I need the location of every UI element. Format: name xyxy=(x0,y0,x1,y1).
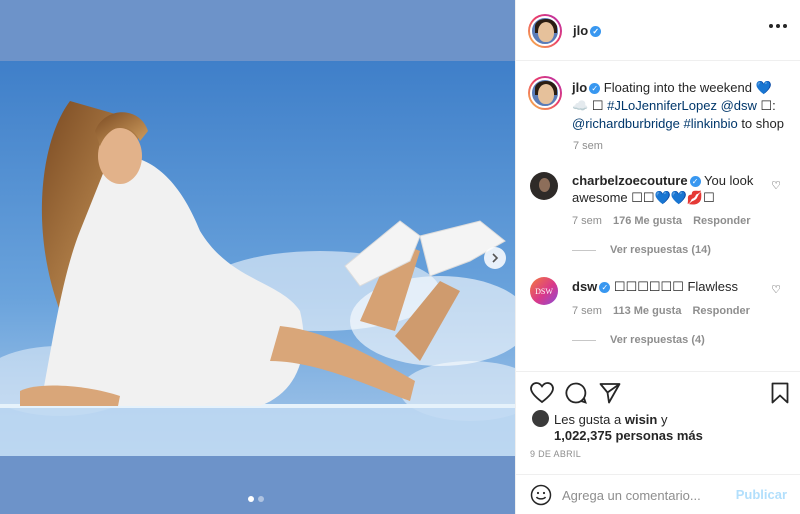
liker-username[interactable]: wisin xyxy=(625,412,658,427)
more-options-icon[interactable] xyxy=(769,24,787,28)
caption-avatar[interactable] xyxy=(528,76,562,110)
hashtag-link[interactable]: #linkinbio xyxy=(683,116,737,131)
author-username[interactable]: jlo ✓ xyxy=(573,23,602,38)
verified-badge-icon: ✓ xyxy=(599,282,611,294)
post-photo[interactable] xyxy=(0,61,515,456)
caption-text: to shop xyxy=(741,116,784,131)
chevron-right-icon xyxy=(490,251,500,266)
carousel-indicator xyxy=(248,496,264,502)
comment-input[interactable] xyxy=(562,484,732,506)
comment-text: charbelzoecouture ✓ You look awesome ☐☐💙💙… xyxy=(572,172,772,206)
cloud-emoji: ☁️ xyxy=(572,98,589,113)
emoji-smiley-icon[interactable] xyxy=(530,484,552,509)
comment-time[interactable]: 7 sem xyxy=(572,305,602,317)
like-comment-heart-icon[interactable]: ♡ xyxy=(771,179,781,192)
share-send-icon[interactable] xyxy=(599,382,621,407)
post-date[interactable]: 9 DE ABRIL xyxy=(530,449,581,459)
hashtag-link[interactable]: #JLoJenniferLopez xyxy=(607,98,717,113)
comment-time[interactable]: 7 sem xyxy=(572,215,602,227)
likes-count[interactable]: 1,022,375 personas más xyxy=(554,428,703,443)
reply-button[interactable]: Responder xyxy=(693,215,750,227)
comment-meta: 7 sem 113 Me gusta Responder xyxy=(572,305,750,317)
view-replies-label: Ver respuestas (14) xyxy=(610,244,711,256)
replies-divider xyxy=(572,249,596,251)
like-heart-icon[interactable] xyxy=(530,382,554,407)
blue-heart-emoji: 💙 xyxy=(755,80,772,95)
mention-link[interactable]: @richardburbridge xyxy=(572,116,680,131)
commenter-username[interactable]: dsw xyxy=(572,279,597,294)
likes-conjunction: y xyxy=(660,412,668,427)
post-media xyxy=(0,0,515,514)
caption-text: Floating into the weekend xyxy=(603,80,752,95)
replies-divider xyxy=(572,339,596,341)
comments-section: jlo ✓ Floating into the weekend 💙 ☁️ ☐ #J… xyxy=(516,61,800,371)
add-comment-bar: Publicar xyxy=(516,474,800,514)
dsw-avatar[interactable]: DSW xyxy=(530,277,558,305)
view-replies-button[interactable]: Ver respuestas (14) xyxy=(572,244,711,256)
liker-avatar[interactable] xyxy=(532,410,549,427)
carousel-dot-active xyxy=(248,496,254,502)
view-replies-label: Ver respuestas (4) xyxy=(610,334,705,346)
comment-text: dsw ✓ ☐☐☐☐☐☐ Flawless xyxy=(572,278,772,295)
save-bookmark-icon[interactable] xyxy=(771,382,789,407)
comment-body: ☐☐☐☐☐☐ Flawless xyxy=(613,279,739,294)
next-image-button[interactable] xyxy=(484,247,506,269)
post-side-panel: jlo ✓ jlo ✓ Floating into the weekend 💙 ☁️… xyxy=(515,0,800,514)
likes-prefix: Les gusta a xyxy=(554,412,622,427)
likes-summary: Les gusta a wisin y xyxy=(554,412,667,427)
comment-bubble-icon[interactable] xyxy=(565,382,587,407)
comment-likes[interactable]: 176 Me gusta xyxy=(613,215,682,227)
caption-username[interactable]: jlo xyxy=(572,80,587,95)
verified-badge-icon: ✓ xyxy=(590,26,602,38)
like-comment-heart-icon[interactable]: ♡ xyxy=(771,283,781,296)
verified-badge-icon: ✓ xyxy=(589,83,601,95)
post-header: jlo ✓ xyxy=(516,0,800,61)
reply-button[interactable]: Responder xyxy=(692,305,749,317)
carousel-dot xyxy=(258,496,264,502)
comment-meta: 7 sem 176 Me gusta Responder xyxy=(572,215,751,227)
caption-time[interactable]: 7 sem xyxy=(573,140,603,152)
publish-comment-button[interactable]: Publicar xyxy=(736,487,787,502)
view-replies-button[interactable]: Ver respuestas (4) xyxy=(572,334,705,346)
commenter-avatar[interactable] xyxy=(530,172,558,200)
post-caption: jlo ✓ Floating into the weekend 💙 ☁️ ☐ #J… xyxy=(572,79,787,133)
mention-link[interactable]: @dsw xyxy=(721,98,757,113)
author-avatar[interactable] xyxy=(528,14,562,48)
instagram-post: jlo ✓ jlo ✓ Floating into the weekend 💙 ☁️… xyxy=(0,0,800,514)
commenter-username[interactable]: charbelzoecouture xyxy=(572,173,688,188)
caption-glyph: ☐: xyxy=(760,98,776,113)
post-actions: Les gusta a wisin y 1,022,375 personas m… xyxy=(516,371,800,476)
caption-glyph: ☐ xyxy=(591,98,604,113)
comment-likes[interactable]: 113 Me gusta xyxy=(613,305,681,317)
verified-badge-icon: ✓ xyxy=(689,176,701,188)
